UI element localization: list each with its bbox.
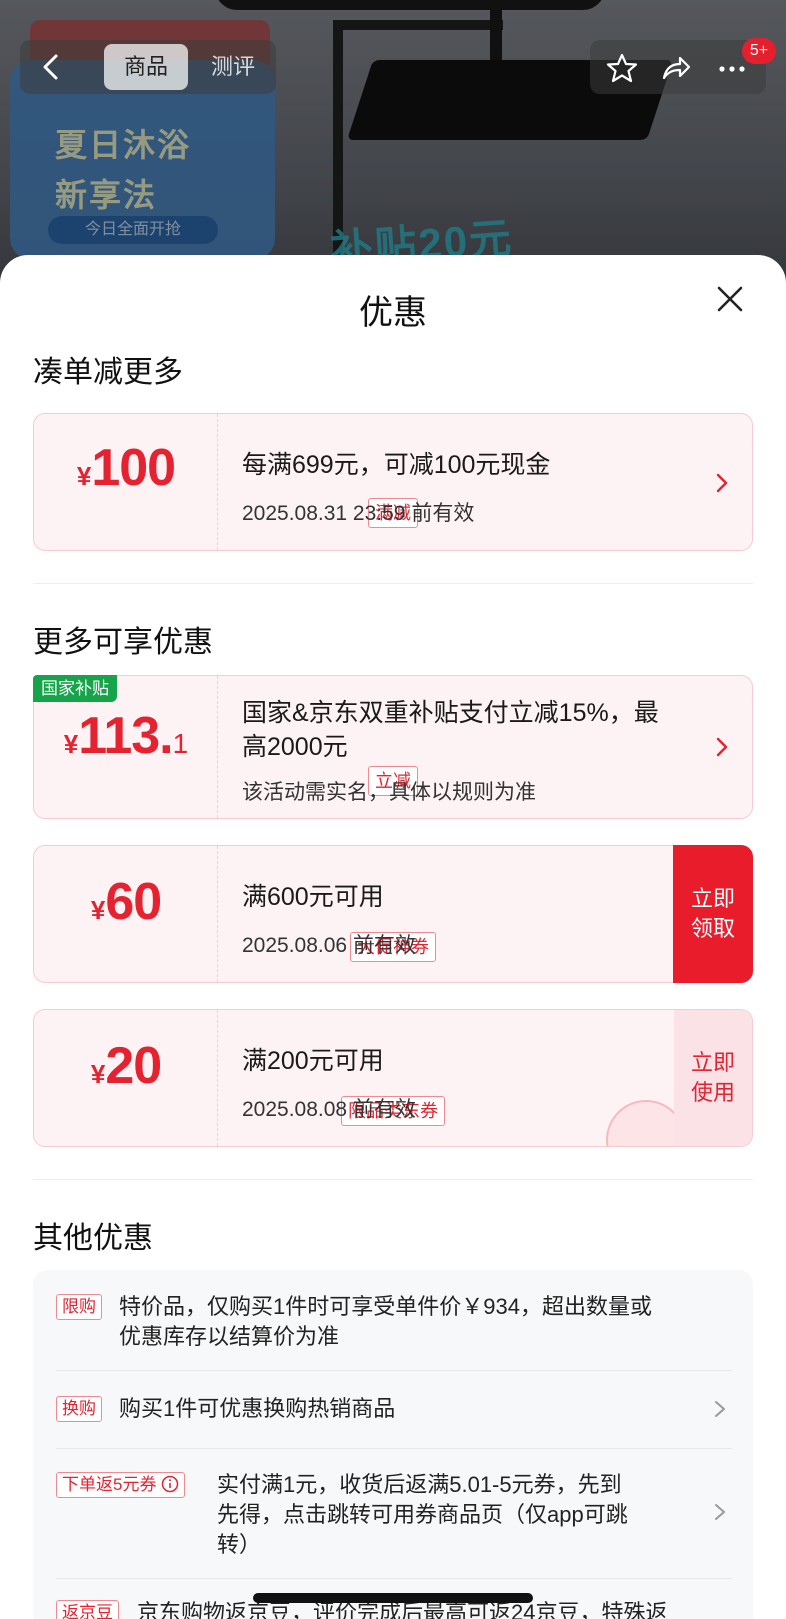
tab-review[interactable]: 测评 xyxy=(200,44,266,90)
home-indicator[interactable] xyxy=(253,1593,533,1603)
offer-text-line3: 转） xyxy=(217,1532,262,1557)
info-icon[interactable] xyxy=(161,1475,179,1493)
coupon-amount: ¥20 xyxy=(90,1037,162,1095)
coupon-desc-line2: 高2000元 xyxy=(242,733,348,761)
offer-row-limit: 限购 特价品，仅购买1件时可享受单件价￥934，超出数量或 优惠库存以结算价为准 xyxy=(33,1270,753,1370)
share-icon[interactable] xyxy=(660,52,692,84)
close-icon[interactable] xyxy=(712,281,748,317)
discount-sheet: 优惠 凑单减更多 ¥100 满减 每满699元，可减100元现金 2025.08… xyxy=(0,255,786,1619)
offer-text-line2: 先得，点击跳转可用券商品页（仅app可跳 xyxy=(217,1502,628,1527)
chevron-right-icon[interactable] xyxy=(713,1399,727,1419)
chevron-right-icon[interactable] xyxy=(714,472,730,494)
offer-tag: 返京豆 xyxy=(56,1600,119,1619)
divider xyxy=(33,583,753,584)
section-title-other: 其他优惠 xyxy=(33,1222,153,1255)
coupon-desc: 满200元可用 xyxy=(242,1047,384,1075)
coupon-promo[interactable]: ¥60 大促神券 满600元可用 2025.08.06 前有效 立即 领取 xyxy=(33,845,753,983)
chevron-right-icon[interactable] xyxy=(713,1502,727,1522)
coupon-full-reduction[interactable]: ¥100 满减 每满699元，可减100元现金 2025.08.31 23:59… xyxy=(33,413,753,551)
coupon-amount: ¥100 xyxy=(76,439,176,497)
coupon-amount: ¥60 xyxy=(90,873,162,931)
offer-row-cashback-coupon[interactable]: 下单返5元券 实付满1元，收货后返满5.01-5元券，先到 先得，点击跳转可用券… xyxy=(33,1448,753,1578)
coupon-expiry: 2025.08.08 前有效 xyxy=(242,1098,416,1121)
divider xyxy=(33,1179,753,1180)
offer-text-line1: 购买1件可优惠换购热销商品 xyxy=(119,1396,396,1421)
coupon-desc: 每满699元，可减100元现金 xyxy=(242,451,551,479)
sheet-title: 优惠 xyxy=(359,294,427,332)
coupon-note: 该活动需实名，具体以规则为准 xyxy=(242,781,536,804)
tab-product[interactable]: 商品 xyxy=(104,44,188,90)
offer-row-exchange[interactable]: 换购 购买1件可优惠换购热销商品 xyxy=(33,1370,753,1448)
use-button-label: 立即 使用 xyxy=(690,1050,735,1105)
other-offers-list: 限购 特价品，仅购买1件时可享受单件价￥934，超出数量或 优惠库存以结算价为准… xyxy=(33,1270,753,1619)
offer-tag: 限购 xyxy=(56,1294,102,1320)
offer-text-line1: 特价品，仅购买1件时可享受单件价￥934，超出数量或 xyxy=(119,1294,652,1319)
device-notch xyxy=(215,0,605,10)
chevron-right-icon[interactable] xyxy=(714,736,730,758)
star-icon[interactable] xyxy=(606,52,638,84)
use-button[interactable]: 立即 使用 xyxy=(674,1010,752,1146)
offer-text-line1: 实付满1元，收货后返满5.01-5元券，先到 xyxy=(217,1472,622,1497)
national-subsidy-badge: 国家补贴 xyxy=(33,675,117,702)
coupon-desc-line1: 国家&京东双重补贴支付立减15%，最 xyxy=(242,699,659,727)
coupon-expiry: 2025.08.31 23:59 前有效 xyxy=(242,502,475,525)
notification-badge: 5+ xyxy=(742,38,776,64)
offer-tag: 下单返5元券 xyxy=(56,1472,186,1498)
claim-button[interactable]: 立即 领取 xyxy=(673,845,753,983)
back-icon[interactable] xyxy=(36,50,66,84)
coupon-national-subsidy[interactable]: 国家补贴 ¥113.1 立减 国家&京东双重补贴支付立减15%，最 高2000元… xyxy=(33,675,753,819)
coupon-category[interactable]: ¥20 限品类东券 满200元可用 2025.08.08 前有效 立即 使用 xyxy=(33,1009,753,1147)
offer-text-line2: 优惠库存以结算价为准 xyxy=(119,1324,340,1349)
section-title-more: 更多可享优惠 xyxy=(33,626,213,659)
claim-button-label: 立即 领取 xyxy=(690,886,735,941)
offer-tag: 换购 xyxy=(56,1396,102,1422)
coupon-amount: ¥113.1 xyxy=(63,707,189,765)
coupon-desc: 满600元可用 xyxy=(242,883,384,911)
coupon-expiry: 2025.08.06 前有效 xyxy=(242,934,416,957)
section-title-bundle: 凑单减更多 xyxy=(33,356,183,389)
